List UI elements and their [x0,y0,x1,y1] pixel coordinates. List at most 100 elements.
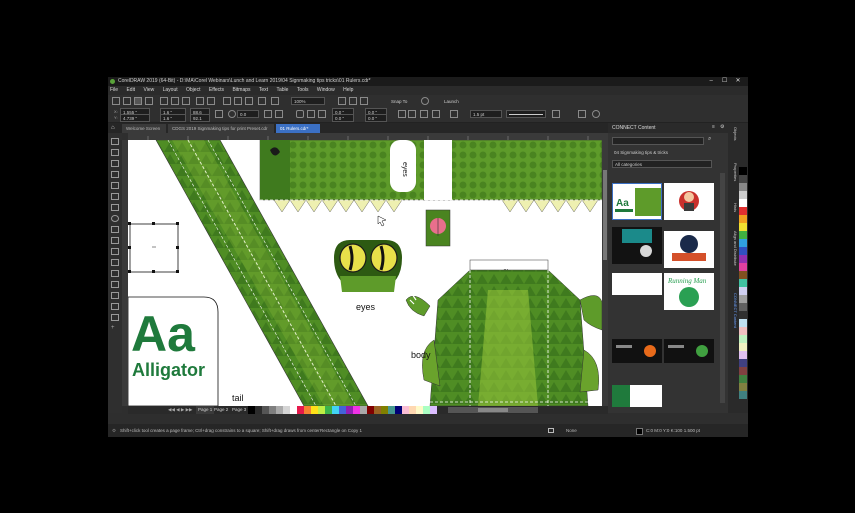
color-swatch[interactable] [739,199,747,207]
color-swatch[interactable] [430,406,437,414]
color-swatch[interactable] [739,279,747,287]
color-swatch[interactable] [739,303,747,311]
artistic-media-tool-icon[interactable] [111,193,119,200]
import-icon[interactable] [234,97,242,105]
undo-icon[interactable] [196,97,204,105]
zoom-level-field[interactable]: 100% [291,97,325,105]
color-swatch[interactable] [339,406,346,414]
sidetab-align[interactable]: Align and Distribute [729,231,738,266]
content-search-input[interactable] [612,137,704,145]
new-document-icon[interactable] [112,97,120,105]
color-swatch[interactable] [739,263,747,271]
color-swatch[interactable] [739,191,747,199]
open-icon[interactable] [123,97,131,105]
content-thumb[interactable]: Aa [612,183,662,220]
crop-tool-icon[interactable] [111,160,119,167]
drop-shadow-tool-icon[interactable] [111,270,119,277]
content-thumb[interactable] [612,227,662,264]
pick-tool-icon[interactable] [111,138,119,145]
scale-height-field[interactable]: 92.1 [190,114,210,122]
category-filter[interactable]: All categories [612,160,712,168]
docker-menu-icon[interactable]: ≡ [712,124,715,130]
page-tab-1[interactable]: Page 1 [196,406,215,414]
paste-icon[interactable] [182,97,190,105]
ellipse-tool-icon[interactable] [111,215,119,222]
color-swatch[interactable] [739,175,747,183]
freehand-tool-icon[interactable] [111,182,119,189]
search-icon[interactable]: ⌕ [708,136,711,143]
color-swatch[interactable] [276,406,283,414]
publish-pdf-icon[interactable] [258,97,266,105]
close-button[interactable]: ✕ [732,77,744,86]
maximize-button[interactable]: ☐ [719,77,731,86]
docker-scrollbar[interactable] [720,173,725,403]
tab-rulers-document[interactable]: 01 Rulers.cdr* [276,124,320,133]
corner-radius-2[interactable]: 0.0 " [332,114,354,122]
menu-effects[interactable]: Effects [209,86,224,95]
search-content-icon[interactable] [223,97,231,105]
color-swatch[interactable] [318,406,325,414]
sidetab-hints[interactable]: Hints [729,203,738,212]
color-swatch[interactable] [739,231,747,239]
color-swatch[interactable] [283,406,290,414]
cut-icon[interactable] [160,97,168,105]
color-swatch[interactable] [311,406,318,414]
scalloped-corner-icon[interactable] [307,110,315,118]
wrap-text-icon[interactable] [420,110,428,118]
sidetab-properties[interactable]: Properties [729,163,738,181]
color-swatch[interactable] [367,406,374,414]
save-icon[interactable] [134,97,142,105]
export-icon[interactable] [245,97,253,105]
color-swatch[interactable] [381,406,388,414]
page-tab-2[interactable]: Page 2 [214,406,228,414]
scroll-thumb[interactable] [603,170,607,260]
home-icon[interactable]: ⌂ [111,125,115,131]
color-swatch[interactable] [388,406,395,414]
color-swatch[interactable] [739,295,747,303]
quick-customize-icon[interactable] [578,110,586,118]
color-swatch[interactable] [269,406,276,414]
lock-ratio-icon[interactable] [215,110,223,118]
color-swatch[interactable] [262,406,269,414]
horizontal-scrollbar[interactable] [448,407,538,413]
text-tool-icon[interactable] [111,237,119,244]
drawing-canvas[interactable]: eyes eyes body Aa Alligator tail [128,140,602,406]
print-icon[interactable] [145,97,153,105]
outline-width-field[interactable]: 1.5 pt [470,110,502,118]
sidetab-objects[interactable]: Objects [729,127,738,141]
relative-corner-scaling-icon[interactable] [398,110,406,118]
y-position-field[interactable]: 4.739 " [120,114,150,122]
content-thumb[interactable] [612,385,662,407]
round-corner-icon[interactable] [296,110,304,118]
color-swatch[interactable] [739,335,747,343]
snap-to-dropdown[interactable]: Snap To [388,97,418,105]
tab-preset-document[interactable]: CDGS 2019 Signmaking tips for print Pres… [168,124,274,133]
color-swatch[interactable] [402,406,409,414]
outline-swatch[interactable] [636,428,643,435]
sidetab-connect-content[interactable]: CONNECT Content [729,293,738,328]
color-swatch[interactable] [739,351,747,359]
color-swatch[interactable] [739,255,747,263]
fill-none-icon[interactable] [548,428,554,433]
color-swatch[interactable] [739,359,747,367]
color-swatch[interactable] [739,319,747,327]
color-swatch[interactable] [739,375,747,383]
color-swatch[interactable] [739,215,747,223]
color-swatch[interactable] [248,406,255,414]
color-swatch[interactable] [409,406,416,414]
transparency-tool-icon[interactable] [111,281,119,288]
rectangle-tool-icon[interactable] [111,204,119,211]
color-swatch[interactable] [416,406,423,414]
tab-welcome-screen[interactable]: Welcome Screen [122,124,166,133]
menu-table[interactable]: Table [276,86,288,95]
menu-object[interactable]: Object [186,86,200,95]
color-swatch[interactable] [255,406,262,414]
full-screen-icon[interactable] [271,97,279,105]
mirror-vertical-icon[interactable] [275,110,283,118]
options-gear-icon[interactable] [421,97,429,105]
mirror-horizontal-icon[interactable] [264,110,272,118]
parallel-dimension-tool-icon[interactable] [111,248,119,255]
add-tool-icon[interactable]: + [111,325,119,332]
menu-layout[interactable]: Layout [163,86,178,95]
chamfered-corner-icon[interactable] [318,110,326,118]
